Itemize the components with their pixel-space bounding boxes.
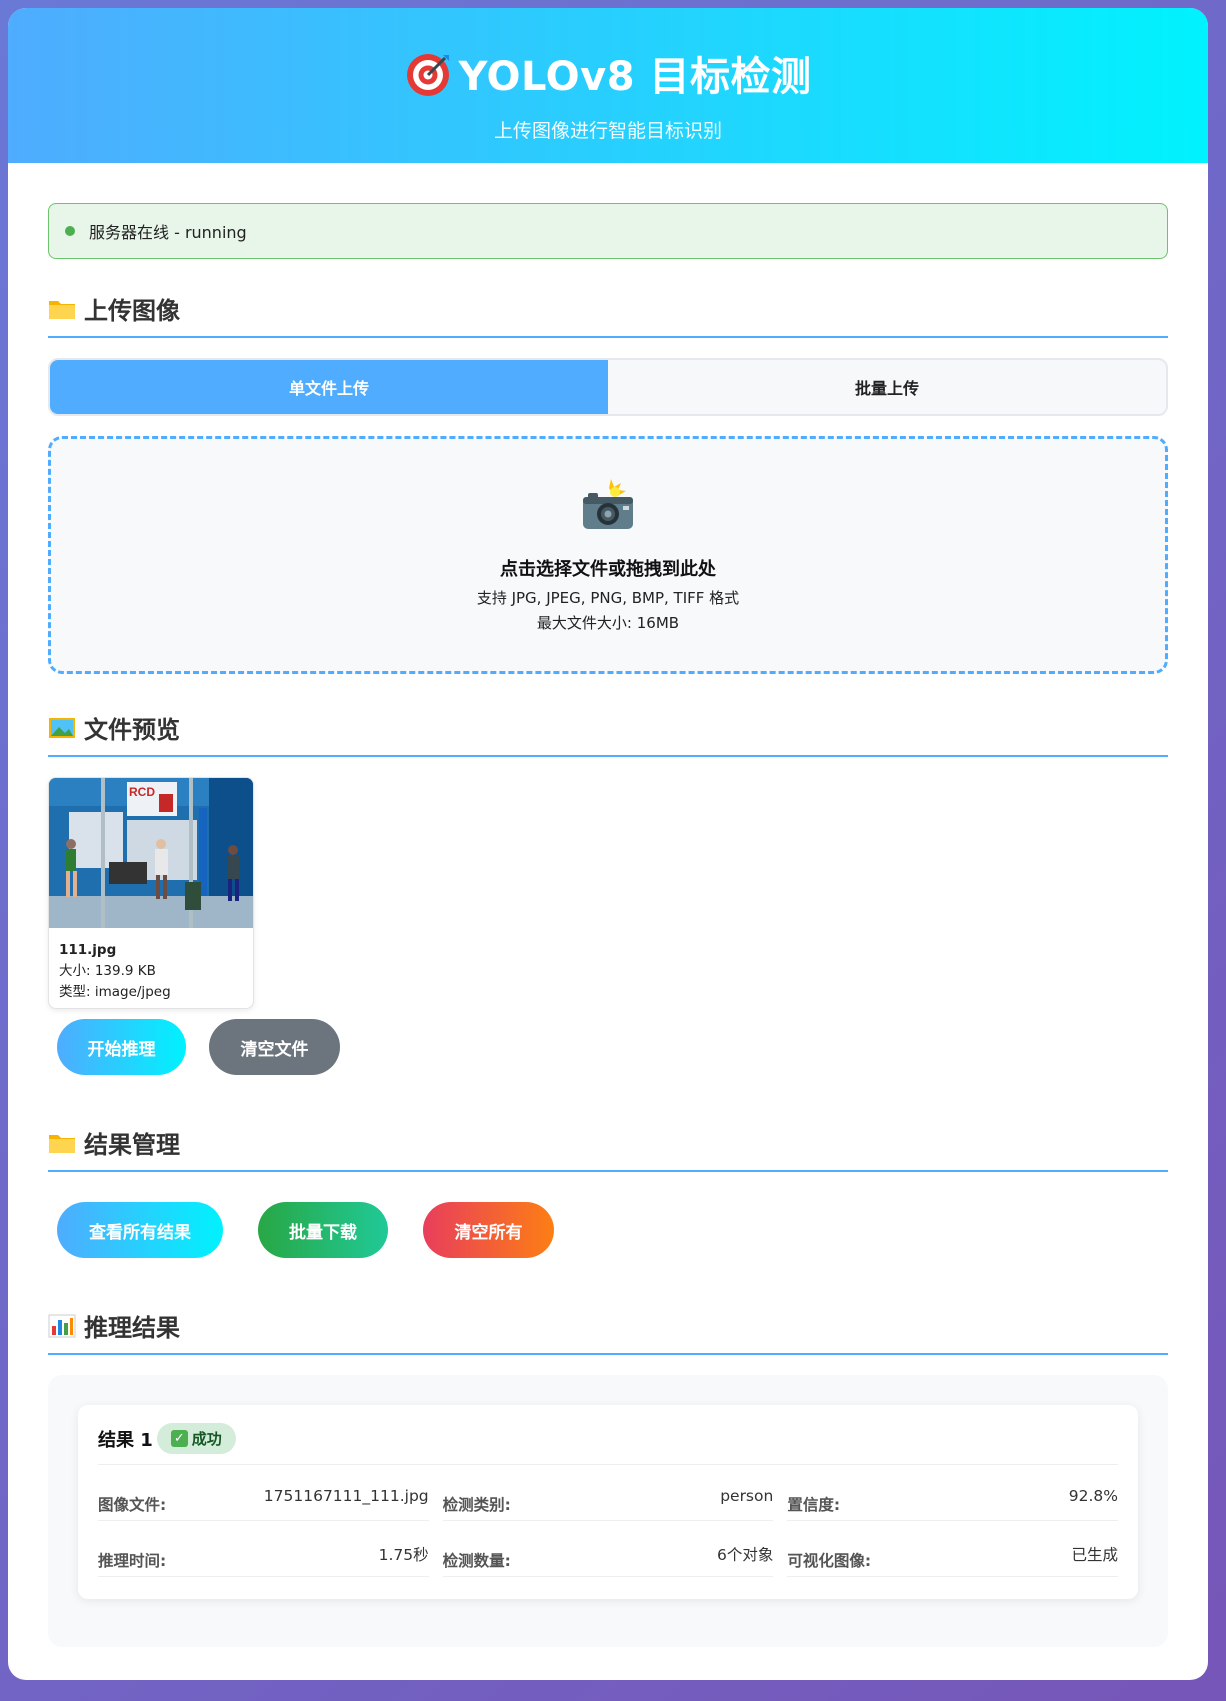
server-status-banner: 服务器在线 - running	[48, 203, 1168, 259]
start-inference-button[interactable]: 开始推理	[57, 1019, 186, 1075]
result-card: 结果 1 ✓ 成功 图像文件: 1751167111_111.jpg 检测类别:…	[78, 1405, 1138, 1599]
server-status-text: 服务器在线 - running	[89, 223, 247, 242]
status-dot-icon	[65, 226, 75, 236]
manage-actions: 查看所有结果 批量下载 清空所有	[48, 1202, 1168, 1258]
folder-icon	[49, 1134, 75, 1153]
field-key: 置信度:	[787, 1496, 841, 1514]
result-field-image-file: 图像文件: 1751167111_111.jpg	[98, 1475, 429, 1521]
view-all-results-button[interactable]: 查看所有结果	[57, 1202, 223, 1258]
picture-icon	[49, 717, 75, 738]
results-title-text: 推理结果	[84, 1314, 180, 1342]
result-field-inference-time: 推理时间: 1.75秒	[98, 1531, 429, 1577]
field-key: 推理时间:	[98, 1552, 167, 1570]
field-value: 1751167111_111.jpg	[263, 1487, 429, 1505]
result-field-visualization: 可视化图像: 已生成	[787, 1531, 1118, 1577]
main-card: YOLOv8 目标检测 上传图像进行智能目标识别 服务器在线 - running…	[8, 8, 1208, 1680]
clear-all-button[interactable]: 清空所有	[423, 1202, 554, 1258]
field-key: 图像文件:	[98, 1496, 167, 1514]
batch-download-button[interactable]: 批量下载	[258, 1202, 388, 1258]
field-key: 检测数量:	[442, 1552, 511, 1570]
manage-section-title: 结果管理	[48, 1125, 1168, 1172]
page-subtitle: 上传图像进行智能目标识别	[493, 120, 722, 142]
dropzone-main-text: 点击选择文件或拖拽到此处	[500, 559, 716, 580]
preview-title-text: 文件预览	[84, 716, 180, 744]
result-title: 结果 1	[98, 1429, 153, 1451]
preview-actions: 开始推理 清空文件	[48, 1019, 1168, 1075]
status-badge: ✓ 成功	[156, 1423, 236, 1454]
bar-chart-icon	[48, 1314, 76, 1337]
dropzone-formats-text: 支持 JPG, JPEG, PNG, BMP, TIFF 格式	[476, 589, 740, 607]
folder-icon	[49, 300, 75, 319]
preview-section-title: 文件预览	[48, 710, 1168, 757]
preview-file-name: 111.jpg	[59, 942, 117, 958]
result-field-count: 检测数量: 6个对象	[442, 1531, 774, 1577]
field-value: 1.75秒	[378, 1546, 429, 1564]
check-icon: ✓	[170, 1430, 188, 1447]
tab-single-upload[interactable]: 单文件上传	[50, 360, 608, 414]
manage-title-text: 结果管理	[84, 1131, 180, 1159]
preview-file-size: 大小: 139.9 KB	[59, 963, 156, 979]
field-key: 检测类别:	[442, 1496, 511, 1514]
page-title-text: YOLOv8 目标检测	[458, 54, 812, 100]
clear-files-button[interactable]: 清空文件	[209, 1019, 340, 1075]
field-key: 可视化图像:	[787, 1552, 872, 1570]
upload-mode-tabs: 单文件上传 批量上传	[48, 358, 1168, 416]
result-field-confidence: 置信度: 92.8%	[787, 1475, 1118, 1521]
file-dropzone[interactable]: 点击选择文件或拖拽到此处 支持 JPG, JPEG, PNG, BMP, TIF…	[48, 436, 1168, 674]
camera-flash-icon	[583, 479, 633, 529]
dropzone-size-text: 最大文件大小: 16MB	[536, 614, 680, 632]
file-preview-card: RCD 111.jpg 大小: 139.9 KB 类型: image/jpeg	[48, 777, 254, 1009]
status-badge-text: 成功	[191, 1430, 222, 1448]
results-container: 结果 1 ✓ 成功 图像文件: 1751167111_111.jpg 检测类别:…	[48, 1375, 1168, 1647]
upload-title-text: 上传图像	[84, 297, 180, 325]
target-icon	[406, 54, 449, 96]
upload-section-title: 上传图像	[48, 291, 1168, 338]
field-value: 已生成	[1071, 1546, 1118, 1564]
field-value: person	[720, 1487, 774, 1505]
page-title: YOLOv8 目标检测	[8, 44, 1208, 102]
preview-thumbnail: RCD	[49, 778, 253, 928]
page-header: YOLOv8 目标检测 上传图像进行智能目标识别	[8, 8, 1208, 163]
results-section-title: 推理结果	[48, 1308, 1168, 1355]
tab-batch-upload[interactable]: 批量上传	[608, 360, 1166, 414]
preview-file-type: 类型: image/jpeg	[59, 984, 171, 1000]
result-field-class: 检测类别: person	[442, 1475, 774, 1521]
field-value: 6个对象	[716, 1546, 774, 1564]
svg-text:RCD: RCD	[129, 785, 155, 799]
field-value: 92.8%	[1068, 1487, 1118, 1505]
